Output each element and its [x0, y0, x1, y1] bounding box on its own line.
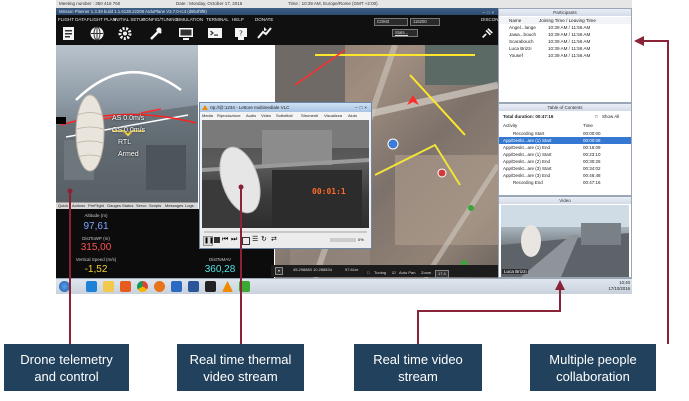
leader-telemetry-dot: [67, 188, 73, 194]
leader-lines: [67, 36, 669, 344]
callout-drone-telemetry-text: Drone telemetry and control: [20, 351, 113, 384]
leader-collaboration: [640, 40, 669, 344]
callout-thermal-video: Real time thermal video stream: [177, 344, 304, 391]
leader-collaboration-arrow: [634, 36, 644, 46]
callout-live-video: Real time video stream: [354, 344, 482, 391]
callout-collaboration: Multiple people collaboration: [530, 344, 656, 391]
leader-thermal-dot: [238, 184, 244, 190]
callout-collaboration-text: Multiple people collaboration: [549, 351, 637, 384]
callout-live-video-text: Real time video stream: [373, 351, 463, 384]
callout-thermal-video-text: Real time thermal video stream: [189, 351, 292, 384]
callout-drone-telemetry: Drone telemetry and control: [4, 344, 129, 391]
leader-video: [417, 286, 561, 344]
leader-video-arrow: [555, 280, 565, 290]
